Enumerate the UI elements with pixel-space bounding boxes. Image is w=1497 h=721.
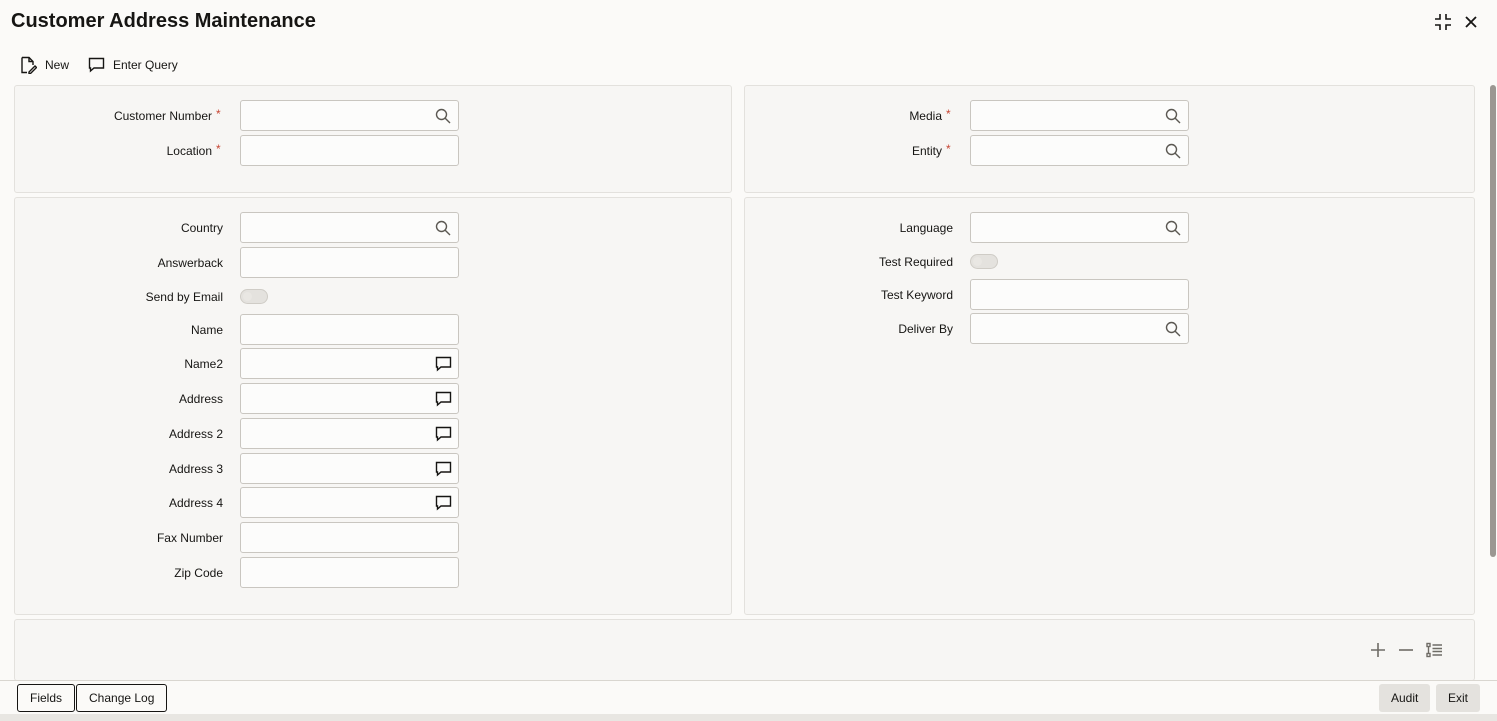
title-bar: Customer Address Maintenance [0,0,1497,44]
page-title: Customer Address Maintenance [11,10,316,32]
country-label: Country [180,221,223,235]
customer-number-label: Customer Number [113,109,212,123]
fax-number-label: Fax Number [156,531,223,545]
test-keyword-field[interactable] [970,279,1189,310]
fields-button[interactable]: Fields [17,684,76,712]
speech-bubble-icon[interactable] [434,494,452,512]
search-icon[interactable] [1164,320,1182,338]
exit-button[interactable]: Exit [1436,684,1481,712]
search-icon[interactable] [1164,142,1182,160]
search-icon[interactable] [434,219,452,237]
speech-bubble-icon[interactable] [434,390,452,408]
new-label: New [45,58,70,72]
new-document-icon [21,56,37,74]
plus-icon[interactable] [1368,640,1388,660]
send-by-email-label: Send by Email [145,290,223,304]
answerback-label: Answerback [157,256,223,270]
media-label: Media [909,109,942,123]
speech-bubble-icon[interactable] [434,355,452,373]
test-required-label: Test Required [878,255,953,269]
address-field[interactable] [240,383,459,414]
language-label: Language [899,221,953,235]
send-by-email-toggle[interactable] [240,289,268,304]
language-field[interactable] [970,212,1189,243]
speech-bubble-icon [88,57,105,73]
required-marker: * [946,142,951,156]
name2-label: Name2 [184,357,223,371]
address-label: Address [178,392,223,406]
answerback-field[interactable] [240,247,459,278]
entity-label: Entity [911,144,942,158]
zip-code-field[interactable] [240,557,459,588]
audit-button[interactable]: Audit [1379,684,1431,712]
name2-field[interactable] [240,348,459,379]
zip-code-label: Zip Code [174,566,223,580]
scrollbar-thumb[interactable] [1490,85,1496,557]
speech-bubble-icon[interactable] [434,425,452,443]
enter-query-label: Enter Query [113,58,178,72]
address4-field[interactable] [240,487,459,518]
address3-field[interactable] [240,453,459,484]
enter-query-button[interactable]: Enter Query [88,52,178,78]
address3-label: Address 3 [168,462,223,476]
location-label: Location [166,144,212,158]
address4-label: Address 4 [168,496,223,510]
deliver-by-label: Deliver By [898,322,953,336]
footer-strip [0,714,1497,721]
change-log-button[interactable]: Change Log [76,684,168,712]
address2-field[interactable] [240,418,459,449]
required-marker: * [216,107,221,121]
new-button[interactable]: New [19,52,69,78]
minus-icon[interactable] [1396,640,1416,660]
name-label: Name [190,323,223,337]
required-marker: * [946,107,951,121]
entity-field[interactable] [970,135,1189,166]
search-icon[interactable] [1164,219,1182,237]
location-field[interactable] [240,135,459,166]
test-keyword-label: Test Keyword [880,288,953,302]
customer-number-field[interactable] [240,100,459,131]
required-marker: * [216,142,221,156]
test-required-toggle[interactable] [970,254,998,269]
fax-number-field[interactable] [240,522,459,553]
list-icon[interactable] [1424,640,1444,660]
grid-panel [14,619,1475,681]
country-field[interactable] [240,212,459,243]
search-icon[interactable] [1164,107,1182,125]
media-field[interactable] [970,100,1189,131]
collapse-icon[interactable] [1433,12,1453,32]
name-field[interactable] [240,314,459,345]
deliver-by-field[interactable] [970,313,1189,344]
speech-bubble-icon[interactable] [434,460,452,478]
search-icon[interactable] [434,107,452,125]
close-icon[interactable] [1461,12,1481,32]
address2-label: Address 2 [168,427,223,441]
toolbar: New Enter Query [0,52,600,78]
